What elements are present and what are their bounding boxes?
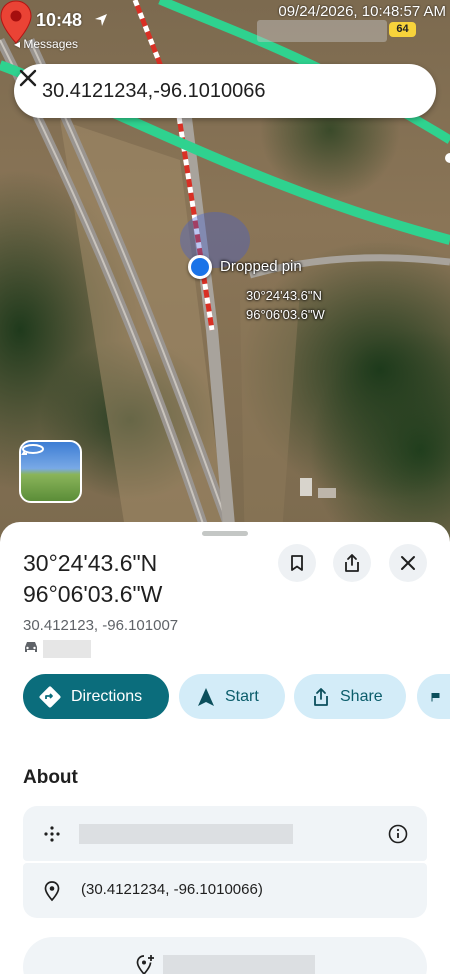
start-button[interactable]: Start [179, 674, 285, 719]
decimal-coordinates: 30.412123, -96.101007 [23, 617, 179, 634]
pin-lng: 96°06'03.6"W [246, 307, 325, 322]
map-pin-icon[interactable] [0, 0, 32, 44]
battery-indicator: 64 [389, 22, 416, 37]
close-icon[interactable] [14, 64, 42, 92]
status-time: 10:48 [36, 10, 83, 30]
plus-code-icon [44, 826, 60, 842]
plus-code-redacted [79, 824, 293, 844]
start-label: Start [225, 687, 259, 705]
close-icon [401, 556, 415, 570]
drive-time [23, 640, 91, 658]
search-input[interactable]: 30.4121234,-96.1010066 [42, 80, 266, 103]
share-icon [345, 554, 359, 572]
street-view-icon [21, 444, 44, 455]
street-view-thumbnail[interactable] [19, 440, 82, 503]
timestamp-overlay: 09/24/2026, 10:48:57 AM [278, 3, 446, 20]
info-icon[interactable] [387, 823, 409, 845]
place-sheet: 30°24'43.6"N 96°06'03.6"W 30.412123, -96… [0, 522, 450, 974]
add-location-icon [136, 955, 154, 974]
about-heading: About [23, 767, 78, 788]
plus-code-row[interactable] [23, 806, 427, 861]
pin-coordinates: 30°24'43.6"N 96°06'03.6"W [246, 286, 325, 324]
pin-lat: 30°24'43.6"N [246, 288, 322, 303]
add-place-redacted [163, 955, 315, 974]
status-redacted [257, 20, 387, 42]
sheet-drag-handle[interactable] [202, 531, 248, 536]
directions-label: Directions [71, 687, 143, 705]
share-button[interactable]: Share [294, 674, 406, 719]
share-label: Share [340, 687, 383, 705]
drive-time-redacted [43, 640, 91, 658]
current-location-dot [188, 255, 212, 279]
place-title-lng: 96°06'03.6"W [23, 581, 163, 607]
location-arrow-icon [95, 14, 107, 26]
directions-icon [39, 686, 61, 707]
navigation-arrow-icon [198, 687, 214, 706]
close-sheet-button[interactable] [389, 544, 427, 582]
bookmark-icon [291, 555, 303, 571]
share-icon-button[interactable] [333, 544, 371, 582]
search-bar[interactable]: 30.4121234,-96.1010066 [14, 64, 436, 118]
coordinates-row[interactable]: (30.4121234, -96.1010066) [23, 863, 427, 918]
car-icon [25, 642, 37, 652]
map-view[interactable]: 10:48 ◂ Messages 09/24/2026, 10:48:57 AM… [0, 0, 450, 560]
flag-button[interactable] [417, 674, 450, 719]
coordinates-value: (30.4121234, -96.1010066) [81, 881, 263, 898]
add-place-row[interactable] [23, 937, 427, 974]
directions-button[interactable]: Directions [23, 674, 169, 719]
dropped-pin-label: Dropped pin [220, 258, 302, 275]
place-title-lat: 30°24'43.6"N [23, 550, 158, 576]
flag-icon [431, 692, 440, 701]
share-icon [314, 687, 328, 706]
place-title: 30°24'43.6"N 96°06'03.6"W [23, 548, 162, 610]
save-button[interactable] [278, 544, 316, 582]
location-pin-icon [44, 881, 60, 902]
